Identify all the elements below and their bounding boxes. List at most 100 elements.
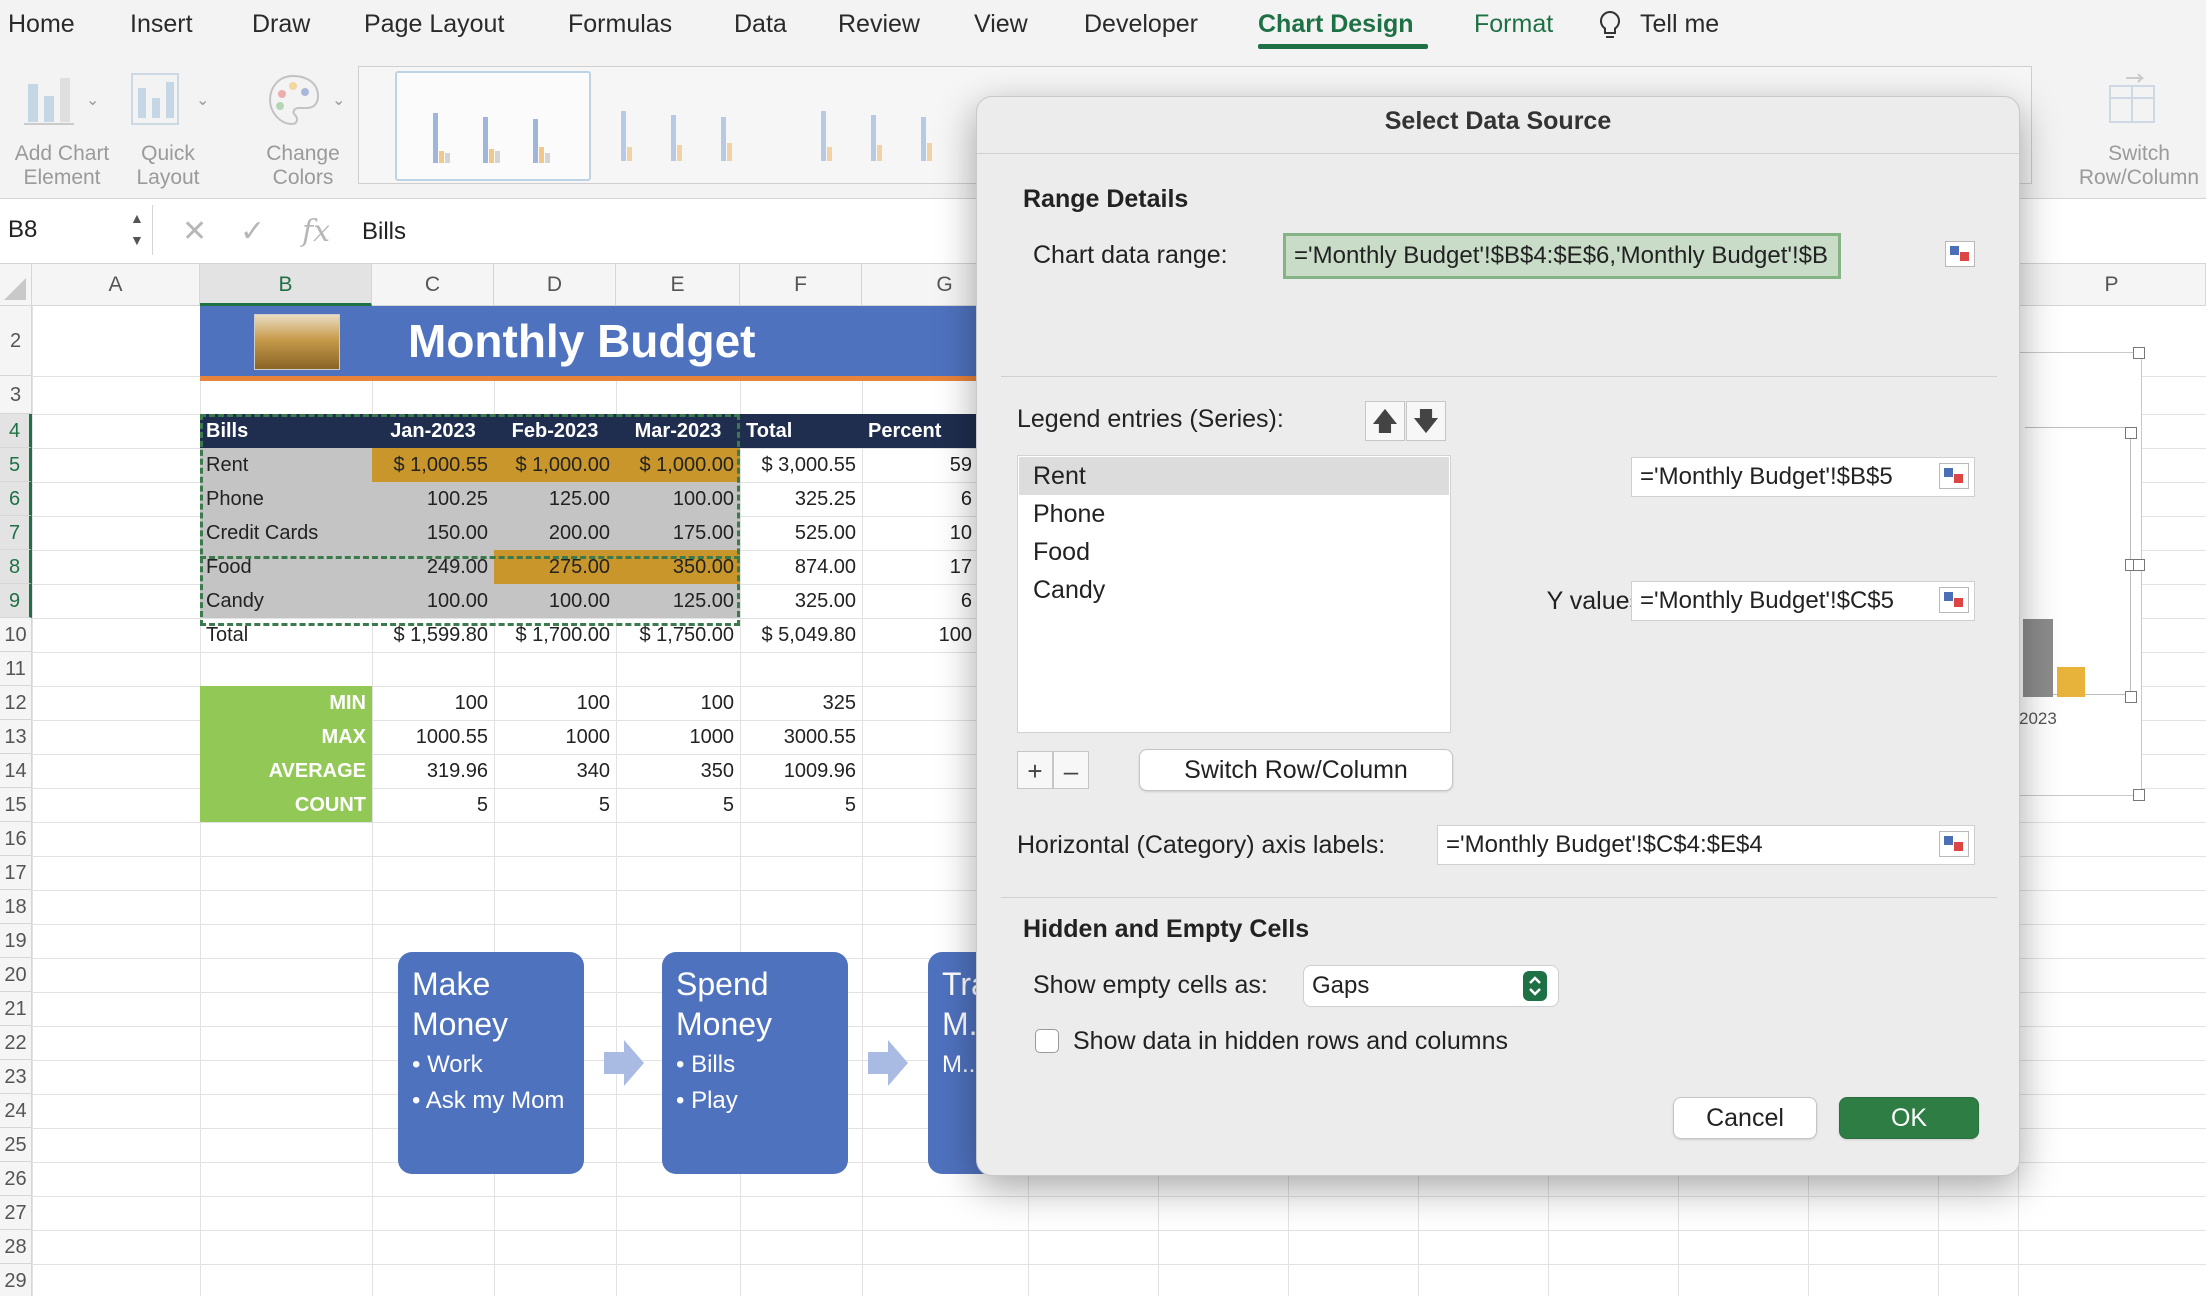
- stats-label[interactable]: AVERAGE: [200, 754, 372, 788]
- column-header-b[interactable]: B: [200, 264, 372, 306]
- row-header-26[interactable]: 26: [0, 1162, 32, 1196]
- column-header-c[interactable]: C: [372, 264, 494, 306]
- move-down-icon[interactable]: 🡇: [1406, 401, 1446, 441]
- table-cell[interactable]: 17: [862, 550, 978, 584]
- show-hidden-data-checkbox[interactable]: [1035, 1029, 1059, 1053]
- column-header-e[interactable]: E: [616, 264, 740, 306]
- add-series-button[interactable]: +: [1017, 751, 1053, 789]
- series-list[interactable]: Rent Phone Food Candy: [1017, 455, 1451, 733]
- series-item-candy[interactable]: Candy: [1019, 571, 1449, 609]
- table-cell[interactable]: 874.00: [740, 550, 862, 584]
- stats-cell[interactable]: 5: [616, 788, 740, 822]
- add-chart-element-icon[interactable]: [22, 70, 76, 128]
- menu-format[interactable]: Format: [1474, 10, 1553, 39]
- range-selector-icon[interactable]: [1945, 241, 1975, 267]
- row-header-27[interactable]: 27: [0, 1196, 32, 1230]
- stats-cell[interactable]: 350: [616, 754, 740, 788]
- series-item-rent[interactable]: Rent: [1019, 457, 1449, 495]
- row-header-15[interactable]: 15: [0, 788, 32, 822]
- resize-handle[interactable]: [2133, 347, 2145, 359]
- smartart-box-spend-money[interactable]: Spend Money • Bills • Play: [662, 952, 848, 1174]
- table-header-cell[interactable]: Total: [740, 414, 862, 448]
- chevron-down-icon[interactable]: ▼: [130, 232, 144, 248]
- table-cell[interactable]: 10: [862, 516, 978, 550]
- menu-view[interactable]: View: [974, 10, 1028, 39]
- row-header-10[interactable]: 10: [0, 618, 32, 652]
- menu-draw[interactable]: Draw: [252, 10, 310, 39]
- row-header-5[interactable]: 5: [0, 448, 32, 482]
- stats-cell[interactable]: 100: [616, 686, 740, 720]
- menu-developer[interactable]: Developer: [1084, 10, 1198, 39]
- switch-row-column-label[interactable]: Switch Row/Column: [2072, 142, 2206, 190]
- smartart-box-make-money[interactable]: Make Money • Work • Ask my Mom: [398, 952, 584, 1174]
- table-header-cell[interactable]: Percent: [862, 414, 978, 448]
- menu-data[interactable]: Data: [734, 10, 787, 39]
- row-header-2[interactable]: 2: [0, 306, 32, 376]
- menu-formulas[interactable]: Formulas: [568, 10, 672, 39]
- name-box-value[interactable]: B8: [8, 216, 37, 244]
- series-name-field[interactable]: ='Monthly Budget'!$B$5: [1631, 457, 1975, 497]
- stats-cell[interactable]: 5: [740, 788, 862, 822]
- menu-insert[interactable]: Insert: [130, 10, 193, 39]
- ok-button[interactable]: OK: [1839, 1097, 1979, 1139]
- column-header-f[interactable]: F: [740, 264, 862, 306]
- chart-style-3[interactable]: [795, 71, 987, 177]
- range-selector-icon[interactable]: [1939, 463, 1969, 489]
- table-cell[interactable]: $ 3,000.55: [740, 448, 862, 482]
- menu-review[interactable]: Review: [838, 10, 920, 39]
- row-header-9[interactable]: 9: [0, 584, 32, 618]
- column-header-p[interactable]: P: [2018, 264, 2206, 306]
- chevron-down-icon[interactable]: ⌄: [86, 90, 99, 110]
- formula-input[interactable]: Bills: [362, 218, 406, 246]
- stats-cell[interactable]: 100: [372, 686, 494, 720]
- table-cell[interactable]: 6: [862, 584, 978, 618]
- chevron-down-icon[interactable]: ⌄: [196, 90, 209, 110]
- resize-handle[interactable]: [2125, 427, 2137, 439]
- column-header-a[interactable]: A: [32, 264, 200, 306]
- row-header-11[interactable]: 11: [0, 652, 32, 686]
- switch-row-column-button[interactable]: Switch Row/Column: [1139, 749, 1453, 791]
- range-selector-icon[interactable]: [1939, 831, 1969, 857]
- row-header-8[interactable]: 8: [0, 550, 32, 584]
- tell-me-search[interactable]: Tell me: [1640, 10, 1719, 39]
- chart-data-range-field[interactable]: ='Monthly Budget'!$B$4:$E$6,'Monthly Bud…: [1283, 233, 1841, 279]
- column-header-d[interactable]: D: [494, 264, 616, 306]
- stats-cell[interactable]: 325: [740, 686, 862, 720]
- resize-handle[interactable]: [2125, 691, 2137, 703]
- stats-cell[interactable]: 1000: [616, 720, 740, 754]
- row-header-4[interactable]: 4: [0, 414, 32, 448]
- cancel-x-icon[interactable]: ✕: [182, 214, 207, 249]
- coins-image[interactable]: [254, 314, 340, 370]
- row-header-22[interactable]: 22: [0, 1026, 32, 1060]
- row-header-6[interactable]: 6: [0, 482, 32, 516]
- remove-series-button[interactable]: –: [1053, 751, 1089, 789]
- stats-cell[interactable]: 1000.55: [372, 720, 494, 754]
- axis-labels-field[interactable]: ='Monthly Budget'!$C$4:$E$4: [1437, 825, 1975, 865]
- stats-label[interactable]: MIN: [200, 686, 372, 720]
- row-header-17[interactable]: 17: [0, 856, 32, 890]
- series-item-phone[interactable]: Phone: [1019, 495, 1449, 533]
- series-item-food[interactable]: Food: [1019, 533, 1449, 571]
- chart-style-1[interactable]: [395, 71, 591, 181]
- stats-cell[interactable]: 100: [494, 686, 616, 720]
- chevron-up-icon[interactable]: ▲: [130, 210, 144, 226]
- table-cell[interactable]: 325.00: [740, 584, 862, 618]
- stats-cell[interactable]: 1000: [494, 720, 616, 754]
- row-header-23[interactable]: 23: [0, 1060, 32, 1094]
- quick-layout-icon[interactable]: [128, 70, 182, 128]
- cancel-button[interactable]: Cancel: [1673, 1097, 1817, 1139]
- row-header-25[interactable]: 25: [0, 1128, 32, 1162]
- select-all-corner[interactable]: [0, 264, 32, 306]
- row-header-21[interactable]: 21: [0, 992, 32, 1026]
- select-stepper-icon[interactable]: [1523, 971, 1547, 1001]
- table-total-cell[interactable]: $ 5,049.80: [740, 618, 862, 652]
- stats-label[interactable]: MAX: [200, 720, 372, 754]
- confirm-check-icon[interactable]: ✓: [240, 214, 265, 249]
- change-colors-label[interactable]: Change Colors: [246, 142, 360, 190]
- row-header-28[interactable]: 28: [0, 1230, 32, 1264]
- row-header-12[interactable]: 12: [0, 686, 32, 720]
- resize-handle[interactable]: [2133, 789, 2145, 801]
- stats-cell[interactable]: 319.96: [372, 754, 494, 788]
- row-header-19[interactable]: 19: [0, 924, 32, 958]
- palette-icon[interactable]: [266, 72, 320, 130]
